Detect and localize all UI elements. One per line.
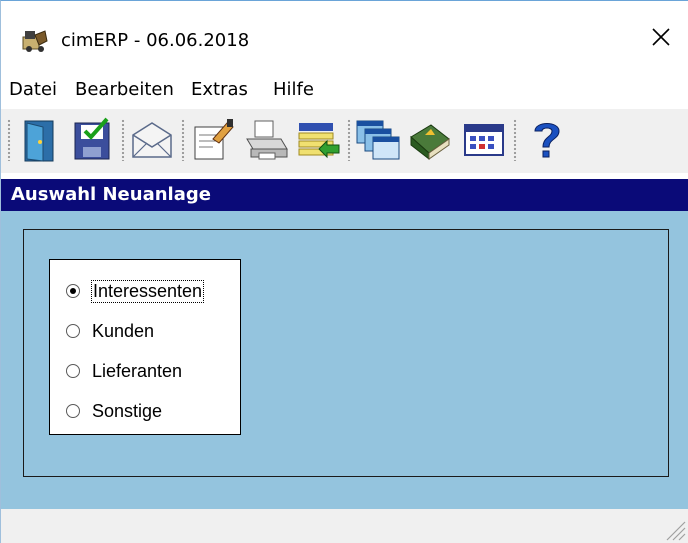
app-window: cimERP - 06.06.2018 Datei Bearbeiten Ext… [0, 0, 688, 543]
menu-hilfe[interactable]: Hilfe [273, 79, 314, 100]
edit-document-button[interactable] [187, 115, 237, 165]
toolbar-separator [347, 119, 351, 161]
radio-label: Lieferanten [92, 360, 183, 381]
list-import-icon [298, 123, 340, 159]
save-button[interactable] [67, 115, 117, 165]
windows-icon [356, 120, 400, 160]
mail-button[interactable] [127, 115, 177, 165]
calendar-button[interactable] [459, 115, 509, 165]
content-area: Auswahl Neuanlage Interessenten Kunden L… [1, 179, 688, 509]
help-button[interactable] [521, 115, 571, 165]
book-button[interactable] [405, 115, 455, 165]
radio-button[interactable] [66, 324, 80, 338]
radio-group: Interessenten Kunden Lieferanten Sonstig… [49, 259, 241, 435]
mail-icon [132, 122, 172, 158]
edit-document-icon [194, 119, 234, 160]
title-bar[interactable]: cimERP - 06.06.2018 [1, 1, 688, 67]
menu-datei[interactable]: Datei [9, 79, 57, 100]
radio-button[interactable] [66, 404, 80, 418]
app-icon [21, 27, 49, 53]
toolbar-separator [181, 119, 185, 161]
radio-button-checked[interactable] [66, 284, 80, 298]
toolbar-separator [121, 119, 125, 161]
exit-button[interactable] [15, 115, 65, 165]
book-icon [410, 124, 450, 161]
close-icon [652, 28, 670, 46]
toolbar-grip[interactable] [7, 119, 11, 161]
close-button[interactable] [633, 15, 688, 59]
radio-label: Kunden [92, 320, 155, 341]
resize-grip-icon[interactable] [659, 514, 687, 542]
calendar-icon [464, 124, 504, 156]
radio-lieferanten[interactable]: Lieferanten [66, 358, 182, 384]
menu-bearbeiten[interactable]: Bearbeiten [75, 79, 174, 100]
help-icon [534, 123, 560, 158]
windows-button[interactable] [353, 115, 403, 165]
window-title: cimERP - 06.06.2018 [61, 30, 250, 51]
radio-interessenten[interactable]: Interessenten [66, 278, 205, 304]
radio-label: Interessenten [90, 279, 205, 303]
status-bar [1, 509, 688, 543]
list-import-button[interactable] [293, 115, 343, 165]
toolbar [1, 109, 688, 173]
radio-label: Sonstige [92, 400, 163, 421]
print-icon [246, 120, 288, 160]
radio-kunden[interactable]: Kunden [66, 318, 154, 344]
toolbar-separator [513, 119, 517, 161]
save-icon [74, 117, 110, 160]
radio-sonstige[interactable]: Sonstige [66, 398, 162, 424]
menu-extras[interactable]: Extras [191, 79, 248, 100]
print-button[interactable] [241, 115, 291, 165]
radio-button[interactable] [66, 364, 80, 378]
section-header: Auswahl Neuanlage [1, 179, 688, 211]
menu-bar: Datei Bearbeiten Extras Hilfe [1, 79, 688, 105]
exit-door-icon [24, 120, 54, 162]
